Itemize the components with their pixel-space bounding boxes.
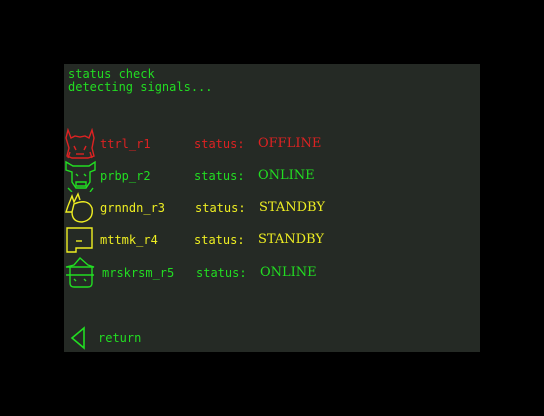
status-terminal: status check detecting signals... ttrl_r… bbox=[64, 64, 480, 352]
unit-row-3[interactable]: grnndn_r3 status: STANDBY bbox=[64, 192, 480, 224]
status-value: STANDBY bbox=[259, 200, 325, 215]
unit-name: grnndn_r3 bbox=[100, 201, 166, 215]
unit-row-4[interactable]: mttmk_r4 status: STANDBY bbox=[64, 224, 480, 256]
status-label: status: bbox=[194, 169, 245, 183]
status-label: status: bbox=[194, 137, 245, 151]
box-face-icon bbox=[66, 227, 93, 253]
unit-name: prbp_r2 bbox=[100, 169, 151, 183]
unit-name: mttmk_r4 bbox=[100, 233, 158, 247]
status-label: status: bbox=[194, 233, 245, 247]
return-button[interactable]: return bbox=[66, 326, 166, 350]
status-value: STANDBY bbox=[258, 232, 324, 247]
horned-beast-icon bbox=[65, 160, 96, 192]
unit-row-1[interactable]: ttrl_r1 status: OFFLINE bbox=[64, 128, 480, 160]
status-value: ONLINE bbox=[260, 265, 317, 280]
status-label: status: bbox=[196, 266, 247, 280]
back-arrow-icon bbox=[70, 326, 85, 350]
header-subtitle: detecting signals... bbox=[68, 80, 213, 94]
crested-creature-icon bbox=[65, 192, 93, 223]
unit-name: ttrl_r1 bbox=[100, 137, 151, 151]
unit-row-5[interactable]: mrskrsm_r5 status: ONLINE bbox=[64, 257, 480, 289]
unit-name: mrskrsm_r5 bbox=[102, 266, 175, 280]
demon-icon bbox=[65, 128, 95, 159]
unit-row-2[interactable]: prbp_r2 status: ONLINE bbox=[64, 160, 480, 192]
return-label: return bbox=[98, 331, 142, 345]
status-value: OFFLINE bbox=[258, 136, 322, 151]
witch-hat-icon bbox=[65, 257, 95, 288]
status-value: ONLINE bbox=[258, 168, 315, 183]
status-label: status: bbox=[195, 201, 246, 215]
header-title: status check bbox=[68, 67, 155, 81]
